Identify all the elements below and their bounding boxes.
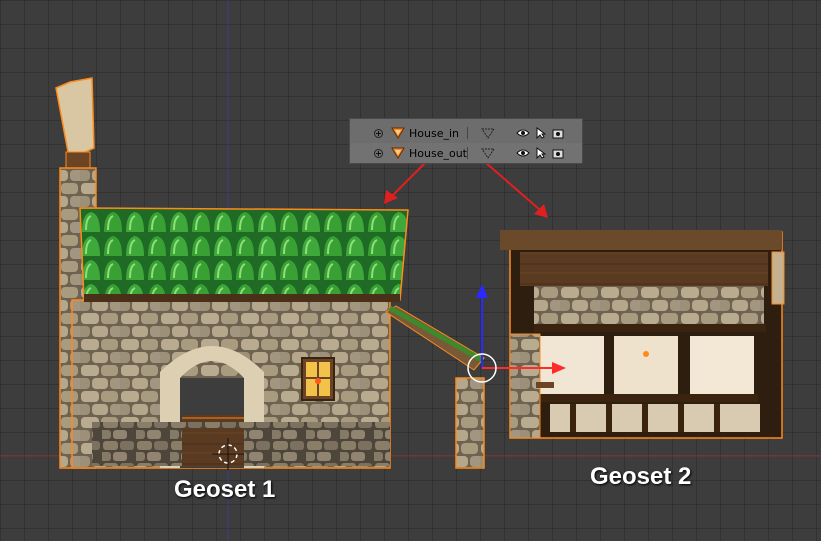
lower-panels xyxy=(550,404,760,432)
gizmo-z-arrow xyxy=(476,284,488,298)
house-roof xyxy=(79,207,409,301)
geoset1-label: Geoset 1 xyxy=(174,476,276,503)
cursor-select-icon[interactable] xyxy=(536,127,546,139)
arrow-to-geoset1 xyxy=(391,159,429,197)
interior-ceiling-planks xyxy=(520,252,768,286)
expand-icon[interactable] xyxy=(374,128,383,138)
divider xyxy=(467,127,468,139)
chimney-top xyxy=(55,77,95,157)
outliner-object-name[interactable]: House_in xyxy=(409,127,467,140)
outliner-row-house-in[interactable]: House_in xyxy=(350,123,582,143)
plaster-panel-3 xyxy=(690,336,754,394)
geoset2-interior-model xyxy=(500,230,785,439)
interior-stone-band xyxy=(534,286,764,326)
plaster-panel-2 xyxy=(614,336,678,394)
eye-icon[interactable] xyxy=(516,148,530,158)
outliner-row-house-out[interactable]: House_out xyxy=(350,143,582,163)
camera-render-icon[interactable] xyxy=(552,128,564,139)
mesh-object-icon xyxy=(391,127,405,139)
outliner-object-name[interactable]: House_out xyxy=(409,147,467,160)
cursor-select-icon[interactable] xyxy=(536,147,546,159)
3d-viewport[interactable]: House_in House_out Geoset 1 Geoset 2 xyxy=(0,0,821,541)
roof-beam xyxy=(84,294,400,302)
mesh-data-icon[interactable] xyxy=(480,147,496,159)
porch-post xyxy=(455,377,485,469)
scene-canvas xyxy=(0,0,821,541)
expand-icon[interactable] xyxy=(374,148,383,158)
divider xyxy=(467,147,468,159)
outliner-panel[interactable]: House_in House_out xyxy=(349,118,583,164)
camera-render-icon[interactable] xyxy=(552,148,564,159)
geoset2-label: Geoset 2 xyxy=(590,463,692,490)
eye-icon[interactable] xyxy=(516,128,530,138)
mesh-object-icon xyxy=(391,147,405,159)
mesh-data-icon[interactable] xyxy=(480,127,496,139)
interior-left-pillar xyxy=(509,333,541,439)
